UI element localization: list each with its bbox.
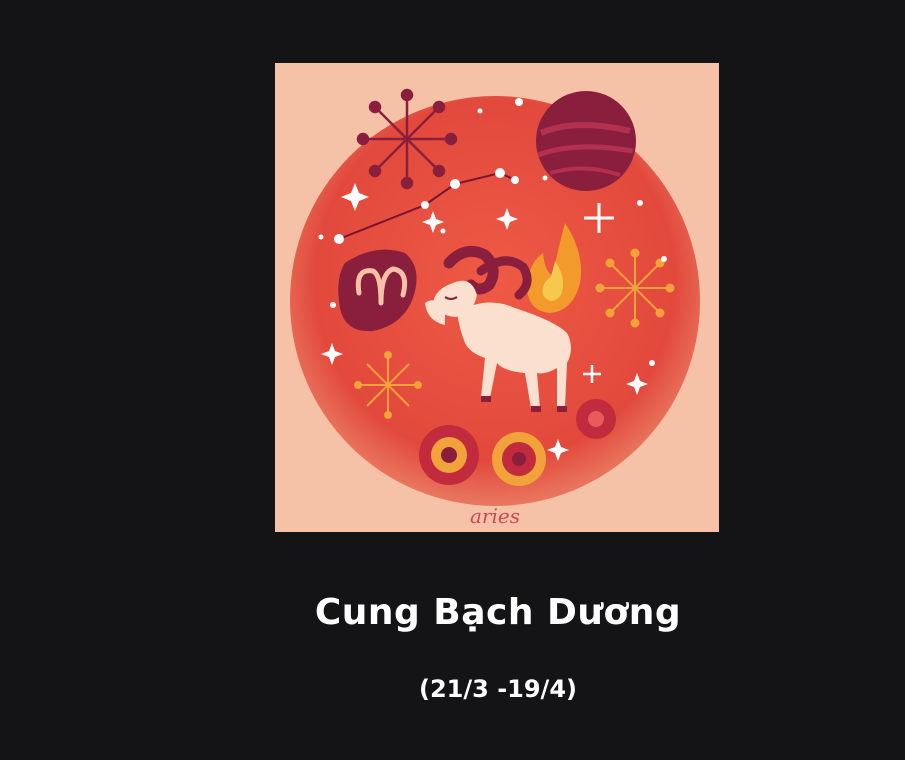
- starburst-icon: [356, 88, 458, 190]
- illustration-caption: aries: [470, 504, 520, 528]
- flower-icon-left: [419, 425, 479, 485]
- flower-icon-small: [576, 399, 616, 439]
- sign-dates: (21/3 -19/4): [419, 675, 577, 703]
- planet-icon: [536, 91, 636, 191]
- sign-title: Cung Bạch Dương: [314, 592, 682, 633]
- aries-illustration: aries: [275, 63, 719, 532]
- flower-icon-right: [492, 432, 546, 486]
